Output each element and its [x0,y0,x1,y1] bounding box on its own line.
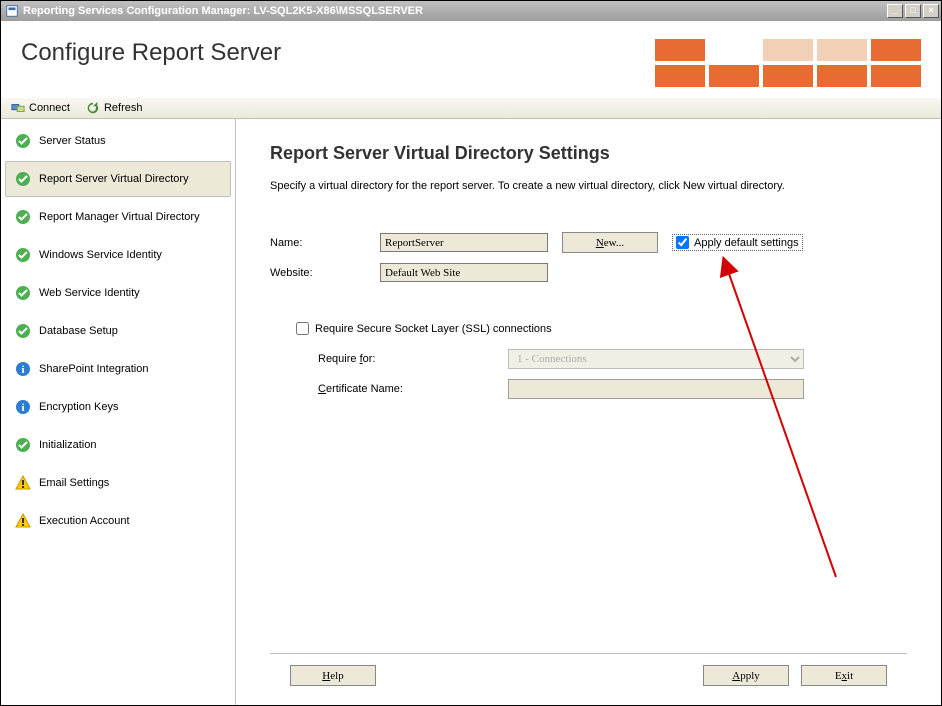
sidebar-item-label: Encryption Keys [39,401,118,413]
check-icon [15,437,31,453]
sidebar-item-server-status[interactable]: Server Status [5,123,231,159]
new-button[interactable]: NNew...ew... [562,232,658,253]
main-panel: Report Server Virtual Directory Settings… [236,119,941,705]
sidebar-item-label: Windows Service Identity [39,249,162,261]
svg-text:i: i [21,364,24,376]
apply-default-check-input[interactable] [676,236,689,249]
sidebar-item-database-setup[interactable]: Database Setup [5,313,231,349]
ssl-label: Require Secure Socket Layer (SSL) connec… [315,323,552,335]
apply-default-checkbox[interactable]: Apply default settings [672,234,803,251]
sidebar-item-label: SharePoint Integration [39,363,148,375]
cert-name-input [508,379,804,399]
sidebar-item-sharepoint-integration[interactable]: i SharePoint Integration [5,351,231,387]
close-button[interactable]: × [923,4,939,18]
name-label: Name: [270,237,380,249]
website-label: Website: [270,267,380,279]
help-button[interactable]: Help [290,665,376,686]
sidebar: Server Status Report Server Virtual Dire… [1,119,236,705]
app-icon [5,4,19,18]
sidebar-item-report-server-vdir[interactable]: Report Server Virtual Directory [5,161,231,197]
sidebar-item-initialization[interactable]: Initialization [5,427,231,463]
cert-name-row: Certificate Name: [318,379,907,399]
sidebar-item-encryption-keys[interactable]: i Encryption Keys [5,389,231,425]
footer: Help Help Apply Apply Exit Exit [270,653,907,697]
name-row: Name: NNew...ew... Apply default setting… [270,232,907,253]
require-for-select: 1 - Connections [508,349,804,369]
svg-text:i: i [21,402,24,414]
info-icon: i [15,399,31,415]
refresh-button[interactable]: Refresh [82,100,147,116]
warn-icon [15,475,31,491]
sidebar-item-label: Server Status [39,135,106,147]
refresh-icon [86,101,100,115]
connect-label: Connect [29,102,70,114]
exit-button[interactable]: Exit [801,665,887,686]
header-title: Configure Report Server [21,39,655,67]
sidebar-item-label: Report Manager Virtual Directory [39,211,200,223]
titlebar: Reporting Services Configuration Manager… [1,1,941,21]
refresh-label: Refresh [104,102,143,114]
sidebar-item-email-settings[interactable]: Email Settings [5,465,231,501]
sidebar-item-label: Email Settings [39,477,109,489]
sidebar-item-windows-service-identity[interactable]: Windows Service Identity [5,237,231,273]
check-icon [15,209,31,225]
sidebar-item-label: Execution Account [39,515,130,527]
sidebar-item-label: Report Server Virtual Directory [39,173,189,185]
warn-icon [15,513,31,529]
info-icon: i [15,361,31,377]
body: Server Status Report Server Virtual Dire… [1,119,941,705]
website-row: Website: [270,263,907,282]
window-title: Reporting Services Configuration Manager… [23,5,887,17]
connect-icon [11,101,25,115]
require-for-label: Require for: [318,353,508,365]
toolbar: Connect Refresh [1,97,941,119]
website-input [380,263,548,282]
window-buttons: _ □ × [887,4,941,18]
sidebar-item-label: Database Setup [39,325,118,337]
apply-button[interactable]: Apply [703,665,789,686]
apply-default-label: Apply default settings [694,237,799,249]
maximize-button[interactable]: □ [905,4,921,18]
sidebar-item-label: Initialization [39,439,96,451]
name-input[interactable] [380,233,548,252]
window: Reporting Services Configuration Manager… [0,0,942,706]
check-icon [15,323,31,339]
check-icon [15,285,31,301]
page-title: Report Server Virtual Directory Settings [270,143,907,164]
minimize-button[interactable]: _ [887,4,903,18]
check-icon [15,133,31,149]
cert-name-label: Certificate Name: [318,383,508,395]
sidebar-item-web-service-identity[interactable]: Web Service Identity [5,275,231,311]
sidebar-item-label: Web Service Identity [39,287,140,299]
sidebar-item-report-manager-vdir[interactable]: Report Manager Virtual Directory [5,199,231,235]
decorative-tiles [655,39,921,87]
check-icon [15,171,31,187]
sidebar-item-execution-account[interactable]: Execution Account [5,503,231,539]
ssl-section: Require Secure Socket Layer (SSL) connec… [296,322,907,409]
page-description: Specify a virtual directory for the repo… [270,180,907,192]
header: Configure Report Server [1,21,941,97]
connect-button[interactable]: Connect [7,100,74,116]
ssl-checkbox[interactable] [296,322,309,335]
ssl-checkbox-row: Require Secure Socket Layer (SSL) connec… [296,322,907,335]
require-for-row: Require for: 1 - Connections [318,349,907,369]
check-icon [15,247,31,263]
